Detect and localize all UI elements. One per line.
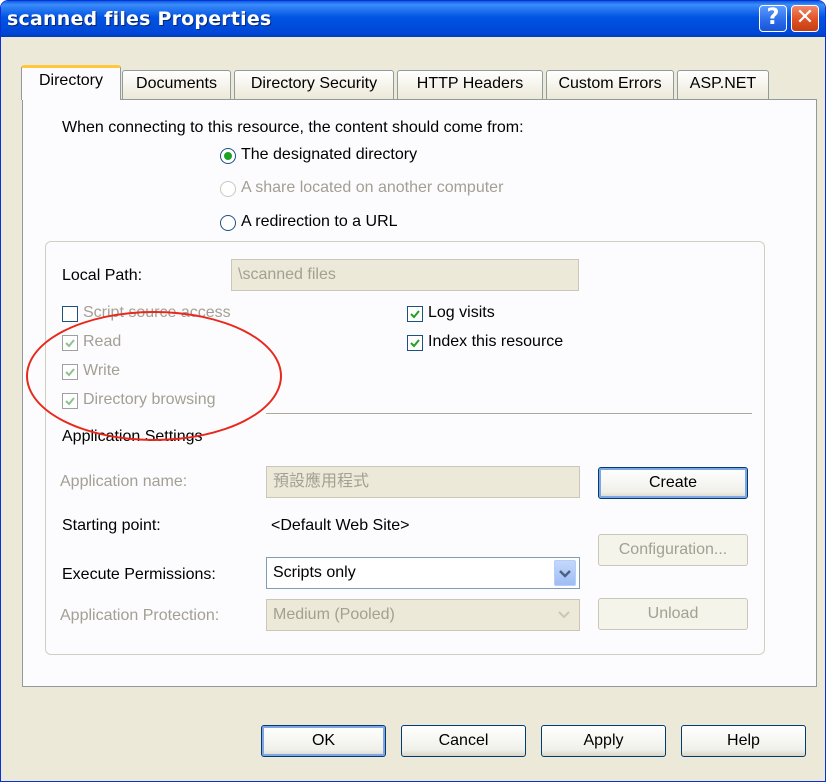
application-name-field[interactable]: 預設應用程式 <box>266 466 580 498</box>
tab-directory-security[interactable]: Directory Security <box>234 70 394 99</box>
help-button[interactable]: Help <box>681 725 806 757</box>
application-protection-dropdown-button[interactable] <box>554 602 576 628</box>
radio-label-network-share[interactable]: A share located on another computer <box>241 179 503 197</box>
apply-button[interactable]: Apply <box>541 725 666 757</box>
execute-permissions-label: Execute Permissions: <box>62 566 216 583</box>
application-settings-heading: Application Settings <box>62 428 203 445</box>
radio-label-designated-directory[interactable]: The designated directory <box>241 146 417 164</box>
label-log-visits[interactable]: Log visits <box>428 304 495 322</box>
application-settings-separator <box>266 413 752 415</box>
label-write[interactable]: Write <box>83 362 120 380</box>
radio-designated-directory[interactable] <box>220 148 236 164</box>
tab-asp-net[interactable]: ASP.NET <box>677 70 769 99</box>
execute-permissions-dropdown-button[interactable] <box>554 560 576 586</box>
window-title: scanned files Properties <box>7 8 272 30</box>
application-protection-select[interactable]: Medium (Pooled) <box>266 599 580 631</box>
content-source-prompt: When connecting to this resource, the co… <box>62 119 524 136</box>
tab-custom-errors[interactable]: Custom Errors <box>546 70 674 99</box>
application-name-label: Application name: <box>60 473 188 490</box>
checkbox-directory-browsing[interactable] <box>62 393 78 409</box>
label-read[interactable]: Read <box>83 333 121 351</box>
execute-permissions-select[interactable]: Scripts only <box>266 557 580 589</box>
cancel-button[interactable]: Cancel <box>401 725 526 757</box>
unload-button[interactable]: Unload <box>598 598 748 630</box>
tab-documents[interactable]: Documents <box>122 70 231 99</box>
chevron-down-icon <box>559 570 571 578</box>
checkbox-index-resource[interactable] <box>407 335 423 351</box>
local-path-label: Local Path: <box>62 267 143 284</box>
configuration-button[interactable]: Configuration... <box>598 534 748 566</box>
label-index-resource[interactable]: Index this resource <box>428 333 563 351</box>
starting-point-label: Starting point: <box>62 517 161 534</box>
checkbox-script-source-access[interactable] <box>62 306 78 322</box>
tab-directory[interactable]: Directory <box>21 65 121 100</box>
chevron-down-icon <box>558 611 570 619</box>
local-path-field[interactable]: \scanned files <box>231 259 579 291</box>
help-title-button[interactable]: ? <box>759 5 787 32</box>
create-button[interactable]: Create <box>598 467 748 499</box>
tab-http-headers[interactable]: HTTP Headers <box>397 70 543 99</box>
application-protection-label: Application Protection: <box>60 607 220 624</box>
properties-window: scanned files Properties ? ✕ Directory D… <box>0 0 826 782</box>
radio-url-redirection[interactable] <box>220 215 236 231</box>
checkbox-write[interactable] <box>62 364 78 380</box>
ok-button[interactable]: OK <box>261 725 386 757</box>
checkbox-read[interactable] <box>62 335 78 351</box>
checkbox-log-visits[interactable] <box>407 306 423 322</box>
application-protection-value: Medium (Pooled) <box>273 606 395 623</box>
radio-label-url-redirection[interactable]: A redirection to a URL <box>241 213 398 231</box>
starting-point-value: <Default Web Site> <box>271 517 410 534</box>
title-bar[interactable]: scanned files Properties ? ✕ <box>1 1 825 37</box>
execute-permissions-value: Scripts only <box>273 564 356 581</box>
label-script-source-access[interactable]: Script source access <box>83 304 231 322</box>
radio-network-share[interactable] <box>220 181 236 197</box>
label-directory-browsing[interactable]: Directory browsing <box>83 391 215 409</box>
close-title-button[interactable]: ✕ <box>791 5 819 32</box>
